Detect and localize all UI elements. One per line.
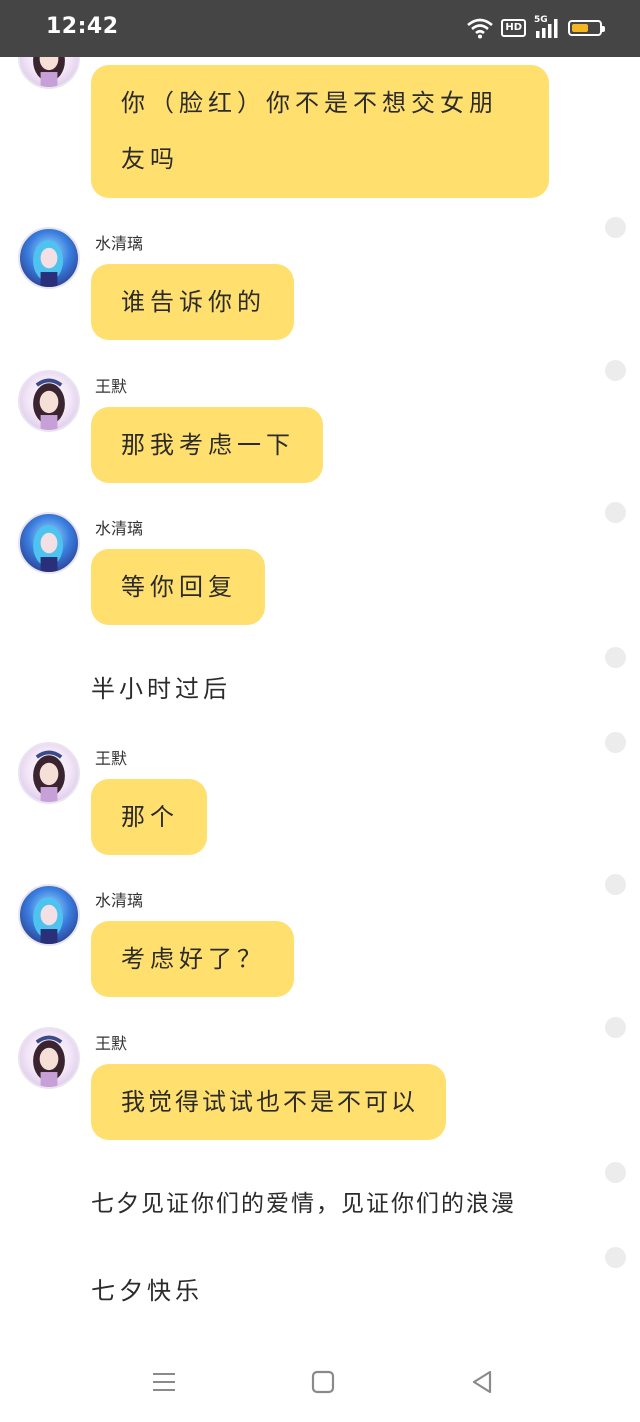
read-status-dot — [605, 360, 626, 381]
message-text: 谁告诉你的 — [121, 288, 266, 316]
signal-icon: 5G — [534, 15, 560, 39]
read-status-dot — [605, 1017, 626, 1038]
read-status-dot — [605, 647, 626, 668]
read-status-dot — [605, 732, 626, 753]
status-time: 12:42 — [46, 14, 119, 39]
read-status-dot — [605, 1247, 626, 1268]
read-status-dot — [605, 874, 626, 895]
blue-girl-avatar[interactable] — [18, 227, 80, 289]
battery-fill — [572, 24, 588, 32]
sender-name: 水清璃 — [95, 519, 144, 538]
message-bubble[interactable]: 我觉得试试也不是不可以 — [91, 1064, 446, 1140]
read-status-dot — [605, 502, 626, 523]
wifi-icon — [467, 18, 494, 39]
message-text: 等你回复 — [121, 573, 237, 601]
pink-girl-avatar[interactable] — [18, 742, 80, 804]
read-status-dot — [605, 217, 626, 238]
message-bubble[interactable]: 那我考虑一下 — [91, 407, 323, 483]
battery-icon — [568, 20, 605, 36]
message-bubble[interactable]: 你（脸红）你不是不想交女朋 友吗 — [91, 65, 549, 198]
status-bar: 12:42 HD 5G — [0, 0, 640, 57]
pink-girl-avatar[interactable] — [18, 370, 80, 432]
pink-girl-avatar[interactable] — [18, 57, 80, 89]
hd-badge: HD — [501, 19, 526, 37]
narration-text: 半小时过后 — [91, 675, 231, 703]
chat-area[interactable]: 你（脸红）你不是不想交女朋 友吗 水清璃 谁告诉你的 王默 那我考虑一下 水清璃… — [0, 57, 640, 1340]
back-triangle-icon[interactable] — [468, 1368, 496, 1396]
sender-name: 水清璃 — [95, 234, 144, 253]
narration-text: 七夕快乐 — [91, 1277, 203, 1305]
blue-girl-avatar[interactable] — [18, 512, 80, 574]
message-bubble[interactable]: 谁告诉你的 — [91, 264, 294, 340]
message-text: 那我考虑一下 — [121, 431, 295, 459]
message-text: 我觉得试试也不是不可以 — [121, 1088, 418, 1116]
sender-name: 王默 — [95, 1034, 128, 1053]
sender-name: 王默 — [95, 749, 128, 768]
menu-icon[interactable] — [150, 1368, 178, 1396]
read-status-dot — [605, 1162, 626, 1183]
narration-text: 七夕见证你们的爱情，见证你们的浪漫 — [91, 1191, 516, 1217]
status-icons: HD 5G — [467, 15, 605, 40]
message-text-line: 你（脸红）你不是不想交女朋 — [121, 89, 498, 117]
message-text: 那个 — [121, 803, 179, 831]
message-text: 考虑好了？ — [121, 945, 266, 973]
navigation-bar — [0, 1340, 640, 1422]
sender-name: 水清璃 — [95, 891, 144, 910]
message-text-line: 友吗 — [121, 145, 179, 173]
sender-name: 王默 — [95, 377, 128, 396]
message-bubble[interactable]: 那个 — [91, 779, 207, 855]
home-square-icon[interactable] — [309, 1368, 337, 1396]
message-bubble[interactable]: 等你回复 — [91, 549, 265, 625]
blue-girl-avatar[interactable] — [18, 884, 80, 946]
message-bubble[interactable]: 考虑好了？ — [91, 921, 294, 997]
pink-girl-avatar[interactable] — [18, 1027, 80, 1089]
